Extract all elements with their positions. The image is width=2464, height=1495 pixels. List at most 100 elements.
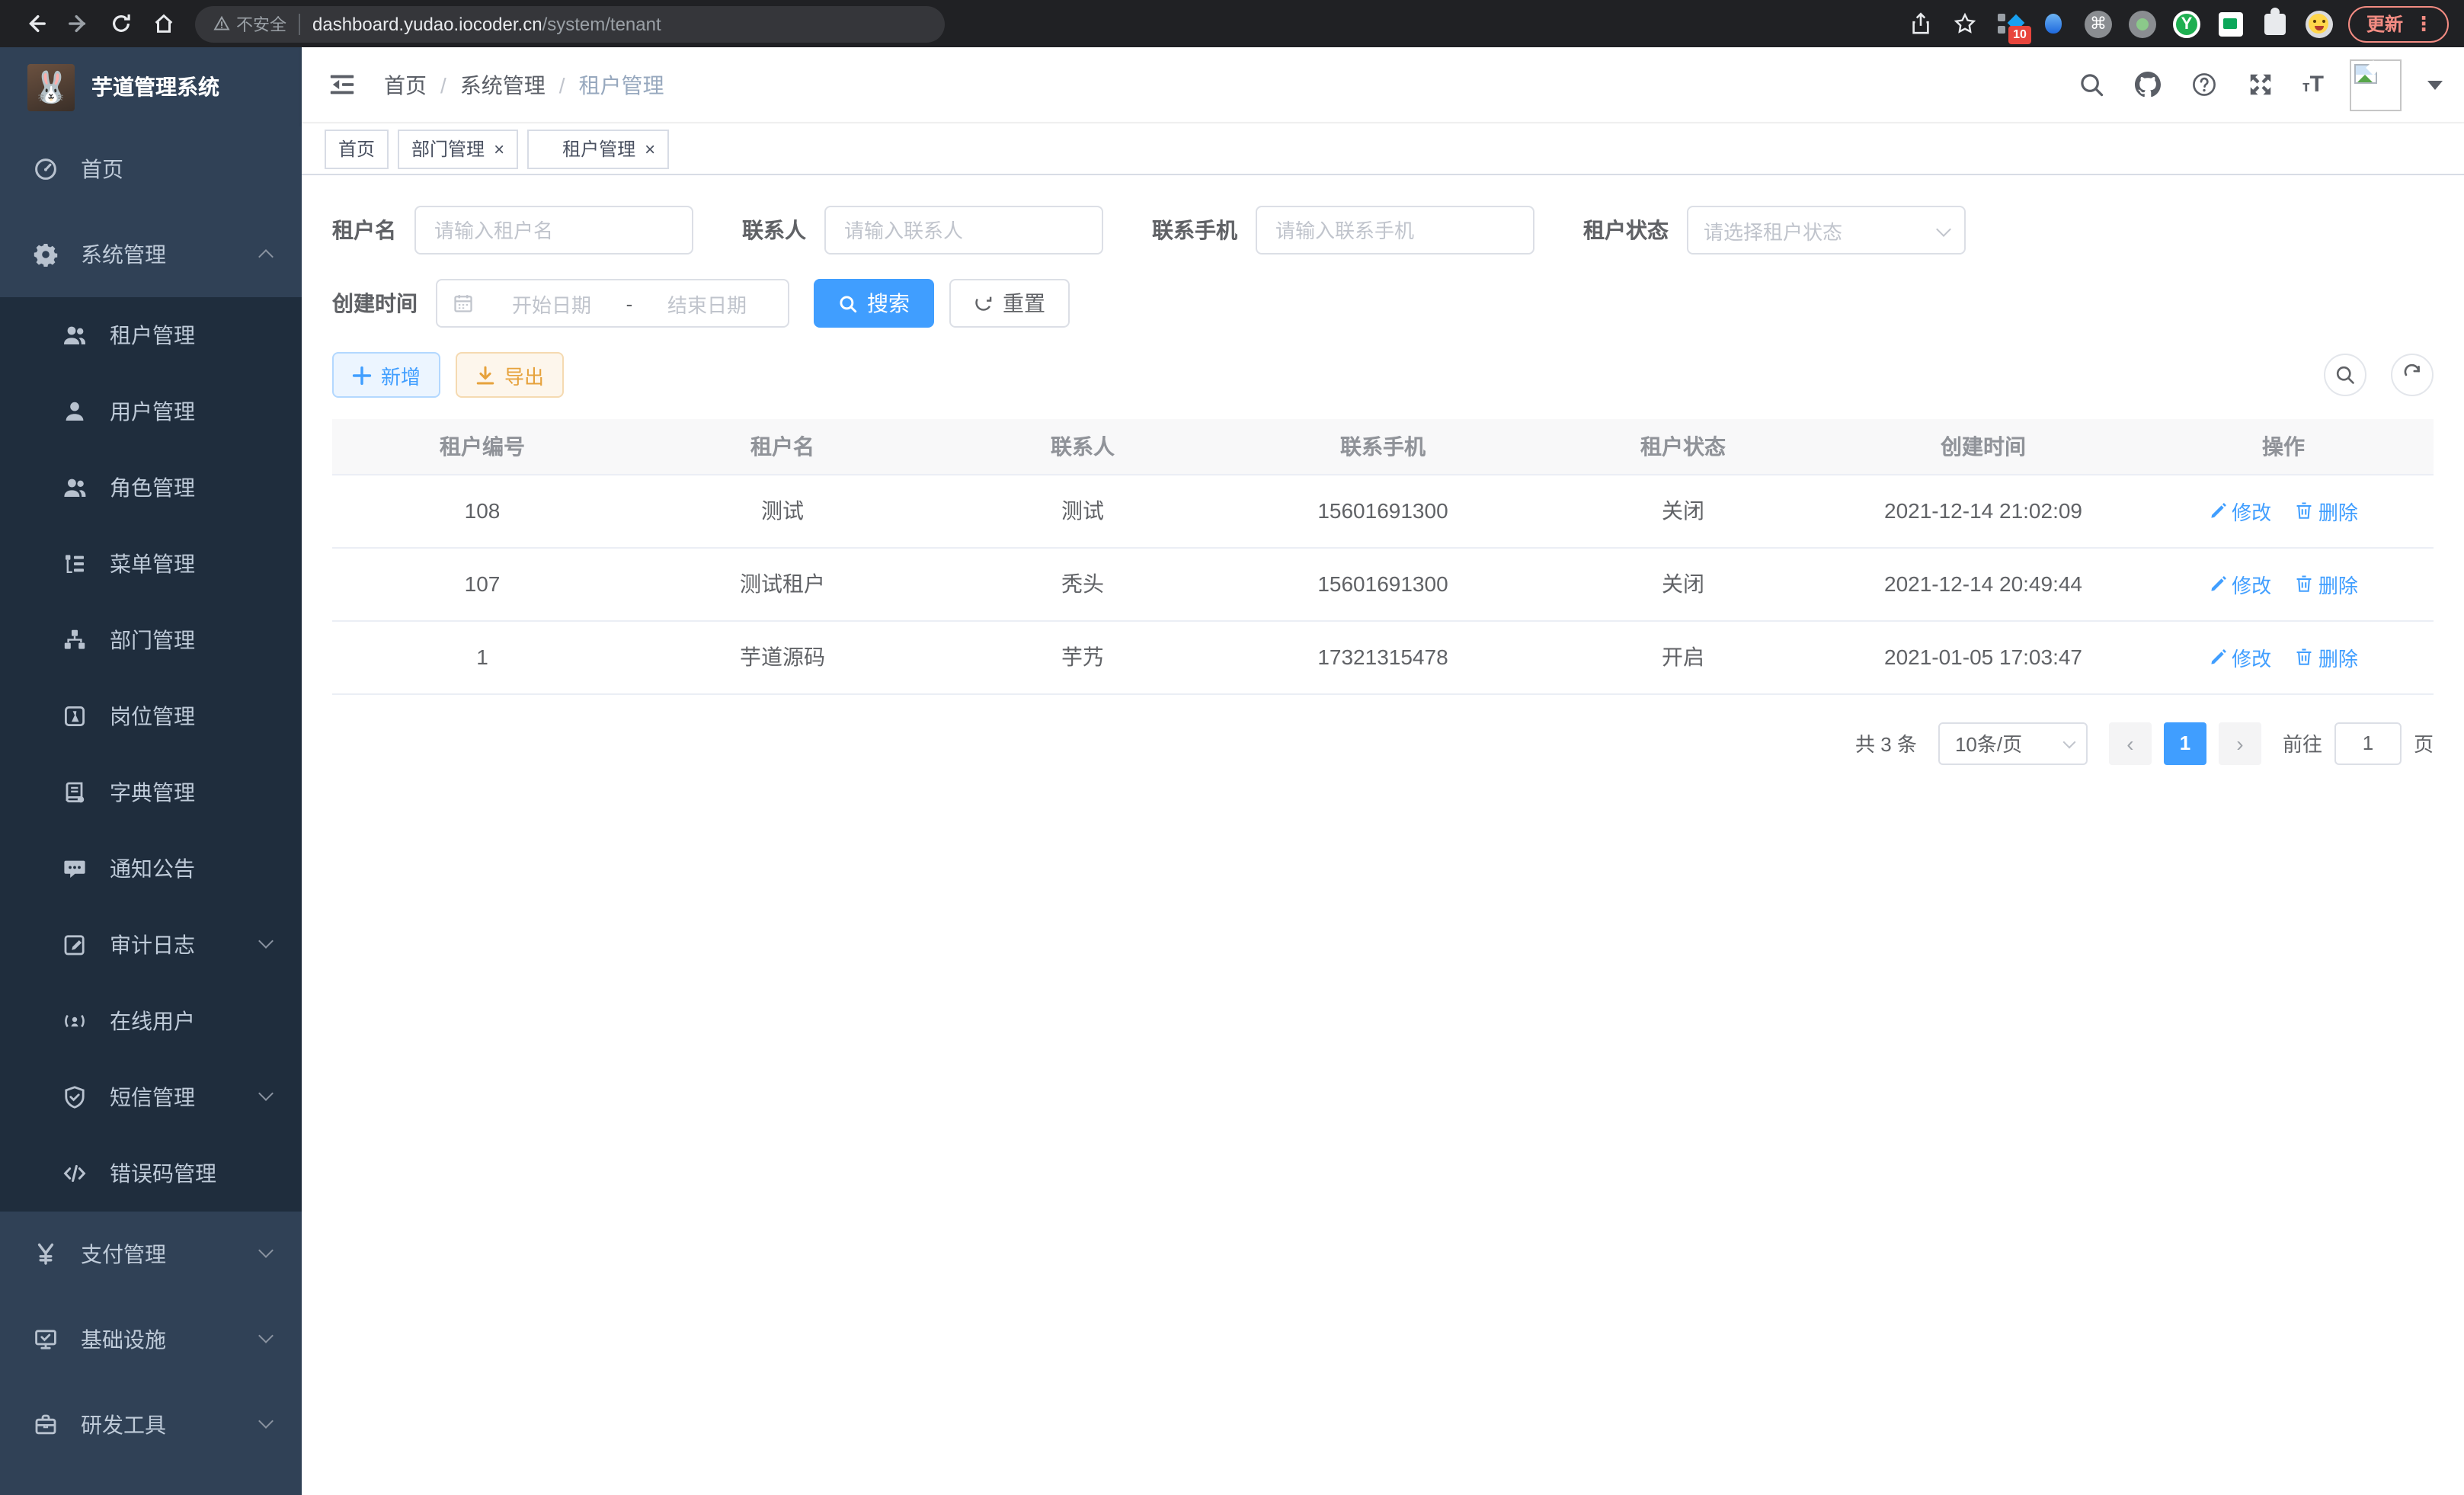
ext-puzzle-icon[interactable] — [2260, 8, 2290, 39]
bookmark-star-icon[interactable] — [1950, 8, 1981, 39]
browser-toolbar: 不安全 dashboard.yudao.iocoder.cn/system/te… — [0, 0, 2464, 47]
refresh-table-button[interactable] — [2391, 354, 2434, 396]
sidebar-item[interactable]: 角色管理 — [0, 450, 302, 526]
avatar[interactable] — [2350, 59, 2402, 110]
address-bar[interactable]: 不安全 dashboard.yudao.iocoder.cn/system/te… — [195, 5, 945, 42]
header-search-icon[interactable] — [2077, 69, 2107, 100]
fullscreen-icon[interactable] — [2246, 69, 2277, 100]
sidebar-item[interactable]: 字典管理 — [0, 754, 302, 831]
search-icon — [838, 293, 858, 313]
cell-actions: 修改 删除 — [2133, 620, 2434, 693]
end-date-placeholder[interactable]: 结束日期 — [642, 289, 773, 318]
total-count: 共 3 条 — [1855, 728, 1917, 757]
mobile-input[interactable] — [1256, 206, 1534, 255]
sidebar-item[interactable]: 岗位管理 — [0, 678, 302, 754]
menu-tree-icon — [61, 551, 87, 577]
tenant-name-input[interactable] — [414, 206, 693, 255]
github-icon[interactable] — [2133, 69, 2164, 100]
tag-view-tab[interactable]: 租户管理 × — [527, 129, 669, 168]
ext-blue-diamond-icon[interactable]: 10 — [1995, 8, 2025, 39]
close-tab-icon[interactable]: × — [645, 139, 655, 158]
reset-button[interactable]: 重置 — [949, 279, 1070, 328]
delete-link[interactable]: 删除 — [2296, 642, 2358, 671]
page-number-1[interactable]: 1 — [2164, 722, 2206, 764]
avatar-caret-icon[interactable] — [2427, 80, 2443, 89]
close-tab-icon[interactable]: × — [494, 139, 504, 158]
url-divider — [299, 13, 300, 34]
edit-link[interactable]: 修改 — [2209, 569, 2271, 598]
start-date-placeholder[interactable]: 开始日期 — [486, 289, 617, 318]
tenant-users-icon — [61, 322, 87, 348]
insecure-badge[interactable]: 不安全 — [213, 11, 286, 36]
ext-emoji-icon[interactable] — [2304, 8, 2334, 39]
chrome-update-button[interactable]: 更新 ⋮ — [2348, 5, 2449, 42]
breadcrumb-item[interactable]: 首页 — [384, 69, 427, 100]
ext-balloon-icon[interactable] — [2039, 8, 2069, 39]
sidebar-fold-icon[interactable] — [325, 68, 358, 101]
url-text: dashboard.yudao.iocoder.cn/system/tenant — [312, 13, 661, 34]
app-frame: 🐰 芋道管理系统 首页 系统管理 租户管理 — [0, 47, 2464, 1495]
help-icon[interactable] — [2190, 69, 2220, 100]
search-button[interactable]: 搜索 — [814, 279, 934, 328]
sidebar-item[interactable]: 错误码管理 — [0, 1135, 302, 1212]
page-size-select[interactable]: 10条/页 — [1938, 722, 2088, 764]
home-icon[interactable] — [143, 4, 183, 43]
sidebar-item[interactable]: 菜单管理 — [0, 526, 302, 602]
cell-tenant-id: 108 — [332, 474, 632, 547]
sidebar-item[interactable]: 租户管理 — [0, 297, 302, 373]
user-icon — [61, 399, 87, 424]
forward-icon[interactable] — [58, 4, 98, 43]
goto-page-input[interactable]: 1 — [2334, 722, 2402, 764]
edit-link[interactable]: 修改 — [2209, 642, 2271, 671]
breadcrumb-item[interactable]: / 系统管理 — [427, 69, 546, 100]
create-time-range-picker[interactable]: 开始日期 - 结束日期 — [436, 279, 789, 328]
tag-view-tab[interactable]: 首页 — [325, 129, 389, 168]
sidebar-logo-row[interactable]: 🐰 芋道管理系统 — [0, 47, 302, 126]
sidebar-item[interactable]: 部门管理 — [0, 602, 302, 678]
sidebar-item[interactable]: 基础设施 — [0, 1297, 302, 1382]
sidebar-item[interactable]: 在线用户 — [0, 983, 302, 1059]
sidebar-item[interactable]: 首页 — [0, 126, 302, 212]
breadcrumb-item[interactable]: / 租户管理 — [546, 69, 664, 100]
search-form-row-1: 租户名 联系人 联系手机 — [332, 206, 2434, 255]
chrome-menu-icon[interactable]: ⋮ — [2414, 11, 2434, 36]
prev-page-button[interactable]: ‹ — [2109, 722, 2152, 764]
page-unit-label: 页 — [2414, 728, 2434, 757]
reload-icon[interactable] — [101, 4, 140, 43]
sidebar-item[interactable]: 系统管理 — [0, 212, 302, 297]
cell-actions: 修改 删除 — [2133, 547, 2434, 620]
tag-view-tab[interactable]: 部门管理 × — [398, 129, 518, 168]
delete-link[interactable]: 删除 — [2296, 569, 2358, 598]
sidebar-item[interactable]: 短信管理 — [0, 1059, 302, 1135]
next-page-button[interactable]: › — [2219, 722, 2261, 764]
cell-tenant-id: 1 — [332, 620, 632, 693]
top-navbar: 首页 / 系统管理 / 租户管理 — [302, 47, 2464, 123]
ext-chat-icon[interactable] — [2216, 8, 2246, 39]
table-header-cell: 联系人 — [933, 419, 1233, 474]
ext-green-dot-icon[interactable] — [2127, 8, 2158, 39]
sidebar-item[interactable]: 通知公告 — [0, 831, 302, 907]
cell-contact: 测试 — [933, 474, 1233, 547]
sidebar-item[interactable]: 支付管理 — [0, 1212, 302, 1297]
ext-command-icon[interactable]: ⌘ — [2083, 8, 2114, 39]
contact-input[interactable] — [824, 206, 1103, 255]
add-button[interactable]: 新增 — [332, 352, 440, 398]
cell-mobile: 17321315478 — [1233, 620, 1533, 693]
back-icon[interactable] — [15, 4, 55, 43]
sidebar-menu: 首页 系统管理 租户管理 用户管理 — [0, 126, 302, 1495]
font-size-icon[interactable]: тT — [2302, 72, 2324, 98]
ext-y-icon[interactable]: Y — [2171, 8, 2202, 39]
cell-mobile: 15601691300 — [1233, 474, 1533, 547]
sidebar-item[interactable]: 审计日志 — [0, 907, 302, 983]
edit-link[interactable]: 修改 — [2209, 496, 2271, 525]
share-icon[interactable] — [1906, 8, 1937, 39]
status-select[interactable]: 请选择租户状态 — [1687, 206, 1966, 255]
show-search-toggle-button[interactable] — [2324, 354, 2366, 396]
delete-link[interactable]: 删除 — [2296, 496, 2358, 525]
sms-shield-icon — [61, 1084, 87, 1110]
export-button[interactable]: 导出 — [456, 352, 564, 398]
sidebar-item[interactable]: 研发工具 — [0, 1382, 302, 1468]
sidebar-item[interactable]: 用户管理 — [0, 373, 302, 450]
cell-tenant-name: 测试 — [632, 474, 933, 547]
table-row: 1 芋道源码 芋艿 17321315478 开启 2021-01-05 17:0… — [332, 620, 2434, 693]
